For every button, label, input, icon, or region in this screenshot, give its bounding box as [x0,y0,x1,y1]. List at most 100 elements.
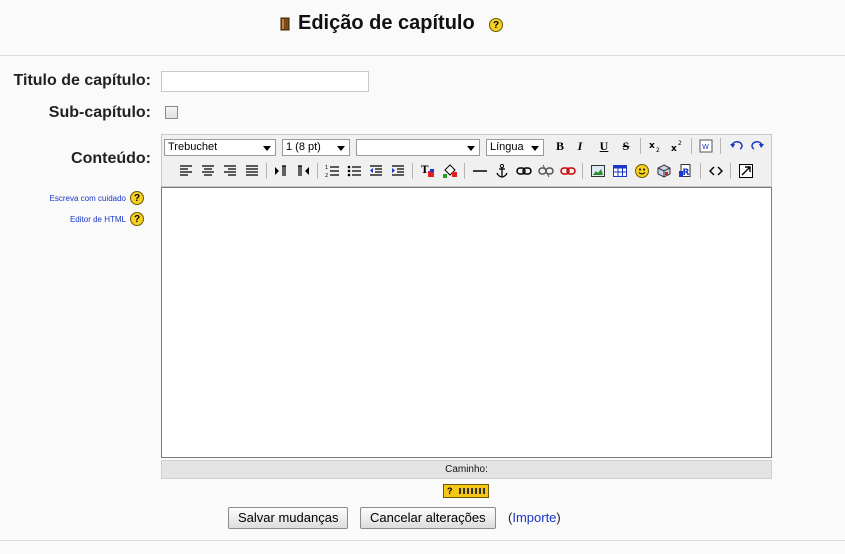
html-editor-help-link[interactable]: Editor de HTML [70,215,126,224]
help-icon[interactable]: ? [489,18,503,32]
page-header: Edição de capítulo ? [0,0,845,56]
keyboard-icon [459,488,486,494]
unlink-button[interactable] [538,163,554,179]
save-button[interactable]: Salvar mudanças [228,507,349,529]
horizontal-rule-button[interactable] [472,163,488,179]
help-icon[interactable]: ? [130,212,144,226]
insert-image-button[interactable] [590,163,606,179]
superscript-button[interactable]: x2 [669,138,685,154]
rtl-icon [298,165,309,176]
code-icon [709,166,723,176]
undo-button[interactable] [728,138,744,154]
editor-path-statusbar: Caminho: [161,460,772,479]
insert-special-char-button[interactable] [656,163,672,179]
unordered-list-icon [347,165,361,177]
page-title: Edição de capítulo [298,12,475,34]
language-select[interactable]: Língua [486,139,544,156]
subscript-button[interactable]: x2 [647,138,663,154]
chapter-title-input[interactable] [161,71,369,92]
font-size-select[interactable]: 1 (8 pt) [282,139,350,156]
toolbar-separator [691,138,692,154]
font-size-value: 1 (8 pt) [286,141,321,153]
fullscreen-icon [739,164,753,178]
toolbar-separator [412,163,413,179]
text-color-button[interactable]: T [420,163,436,179]
import-link[interactable]: Importe [512,510,556,525]
redo-button[interactable] [750,138,766,154]
align-center-icon [202,165,214,176]
anchor-button[interactable] [494,163,510,179]
justify-icon [246,165,258,176]
ordered-list-button[interactable]: 12 [324,163,340,179]
strikethrough-button[interactable]: S [618,138,634,154]
chapter-title-label: Titulo de capítulo: [13,72,151,89]
unlink-icon [538,164,554,178]
indent-button[interactable] [390,163,406,179]
import-link-wrapper: (Importe) [508,510,561,525]
write-carefully-link[interactable]: Escreva com cuidado [50,194,126,203]
subchapter-label: Sub-capítulo: [48,104,151,121]
insert-link-button[interactable] [516,163,532,179]
insert-smiley-button[interactable] [634,163,650,179]
svg-text:T: T [421,165,429,176]
unordered-list-button[interactable] [346,163,362,179]
cube-icon [657,164,671,178]
cancel-button[interactable]: Cancelar alterações [360,507,496,529]
align-left-button[interactable] [178,163,194,179]
search-replace-button[interactable]: R [678,163,694,179]
toolbar-separator [464,163,465,179]
chevron-down-icon [531,146,539,151]
undo-icon [730,141,743,150]
format-select[interactable] [356,139,480,156]
align-right-button[interactable] [222,163,238,179]
font-family-select[interactable]: Trebuchet [164,139,276,156]
footer-divider [0,540,845,541]
justify-button[interactable] [244,163,260,179]
content-label: Conteúdo: [71,150,151,167]
nolink-icon [560,167,576,175]
indent-icon [392,165,404,176]
anchor-icon [496,163,508,178]
bold-button[interactable]: B [552,138,568,154]
paint-bucket-icon [443,164,457,178]
background-color-button[interactable] [442,163,458,179]
outdent-icon [370,165,382,176]
italic-button[interactable]: I [572,138,588,154]
chevron-down-icon [467,146,475,151]
toolbar-separator [730,163,731,179]
align-right-icon [224,165,236,176]
underline-button[interactable]: U [596,138,612,154]
help-icon[interactable]: ? [130,191,144,205]
keyboard-help-icon[interactable]: ? [443,484,489,498]
svg-text:R: R [683,168,690,178]
svg-text:W: W [702,143,709,151]
outdent-button[interactable] [368,163,384,179]
html-editor: Trebuchet 1 (8 pt) Língua B I U S x2 x2 … [161,134,772,480]
superscript-icon: x2 [671,140,682,154]
clean-word-button[interactable]: W [698,138,714,154]
toolbar-separator [700,163,701,179]
ltr-button[interactable] [273,163,289,179]
toolbar-separator [720,138,721,154]
horizontal-rule-icon [473,170,487,172]
nolink-button[interactable] [560,163,576,179]
chevron-down-icon [337,146,345,151]
toolbar-separator [582,163,583,179]
toolbar-separator [317,163,318,179]
book-icon [280,17,290,31]
align-left-icon [180,165,192,176]
svg-text:2: 2 [325,173,328,179]
insert-table-button[interactable] [612,163,628,179]
rtl-button[interactable] [295,163,311,179]
subscript-icon: x2 [649,141,660,154]
subchapter-checkbox[interactable] [165,106,178,119]
editor-content-area[interactable] [161,187,772,458]
language-value: Língua [490,141,524,153]
chevron-down-icon [263,146,271,151]
align-center-button[interactable] [200,163,216,179]
fullscreen-button[interactable] [738,163,754,179]
font-family-value: Trebuchet [168,141,218,153]
table-icon [613,165,627,177]
image-icon [591,165,605,177]
html-source-button[interactable] [708,163,724,179]
